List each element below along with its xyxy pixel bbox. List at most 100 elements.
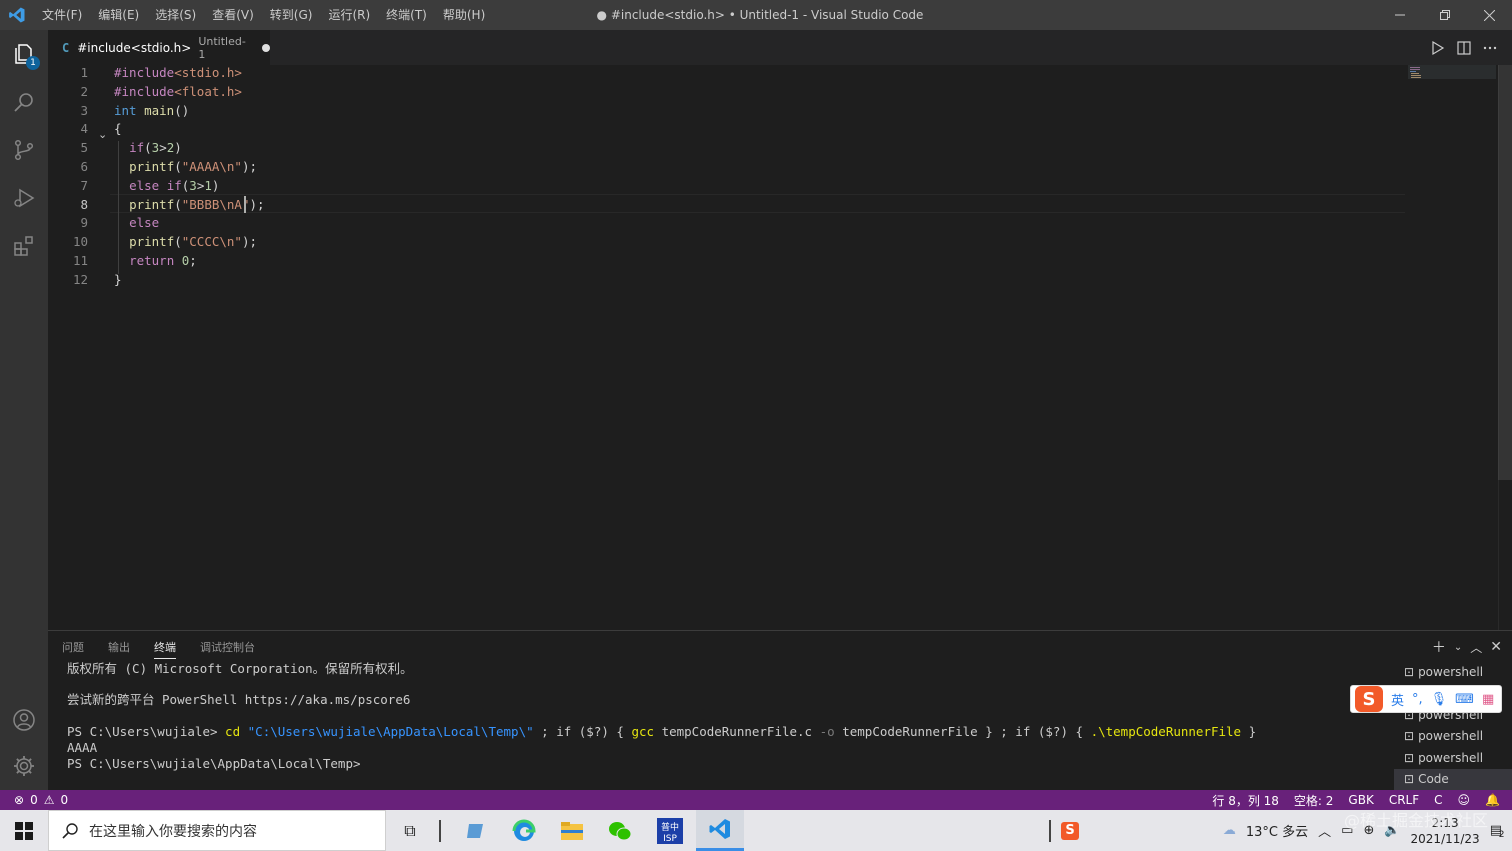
edge-browser-icon xyxy=(512,819,536,841)
menu-view[interactable]: 查看(V) xyxy=(204,0,262,30)
code-line-2: #include<float.h> xyxy=(114,84,242,99)
unsaved-dot-icon[interactable] xyxy=(262,43,270,52)
run-debug-button[interactable] xyxy=(0,174,48,222)
notification-center-icon[interactable]: ▤ 2 xyxy=(1490,823,1505,840)
terminal-icon: ⊡ xyxy=(1404,772,1415,787)
notification-count: 2 xyxy=(1498,830,1505,840)
terminal-output[interactable]: 版权所有 (C) Microsoft Corporation。保留所有权利。 尝… xyxy=(67,661,1387,772)
volume-icon[interactable]: 🔈 xyxy=(1384,823,1400,838)
edge-browser-button[interactable] xyxy=(500,810,548,851)
scrollbar-thumb[interactable] xyxy=(1498,65,1512,480)
tab-debug-console[interactable]: 调试控制台 xyxy=(200,639,255,659)
code-editor[interactable]: 1 2 3 4 5 6 7 8 9 10 11 12 ⌄ #include<st… xyxy=(48,65,1512,630)
terminal-cmd-flag: -o xyxy=(819,724,835,739)
minimize-button[interactable] xyxy=(1377,0,1422,30)
warning-icon: ⚠ xyxy=(43,793,55,807)
notes-app-icon xyxy=(467,823,483,838)
status-problems[interactable]: ⊗ 0 ⚠ 0 xyxy=(14,793,68,807)
accounts-button[interactable] xyxy=(0,696,48,744)
taskbar-search-box[interactable]: 在这里输入你要搜索的内容 xyxy=(48,810,386,851)
isp-app-button[interactable]: 普中 ISP xyxy=(646,810,694,851)
editor-tab-bar: C #include<stdio.h> Untitled-1 xyxy=(48,30,1512,65)
panel-tabs: 问题 输出 终端 调试控制台 xyxy=(62,639,255,659)
manage-button[interactable] xyxy=(0,742,48,790)
end-of-line[interactable]: CRLF xyxy=(1389,793,1419,807)
tray-expand-icon[interactable]: ︿ xyxy=(1318,821,1331,840)
clock[interactable]: 2:13 2021/11/23 xyxy=(1411,815,1480,847)
restore-button[interactable] xyxy=(1422,0,1467,30)
line-number: 3 xyxy=(80,103,88,118)
menu-go[interactable]: 转到(G) xyxy=(262,0,321,30)
indentation[interactable]: 空格: 2 xyxy=(1294,792,1334,809)
terminal-list-item[interactable]: ⊡powershell xyxy=(1394,661,1512,683)
line-number-gutter: 1 2 3 4 5 6 7 8 9 10 11 12 ⌄ xyxy=(48,65,110,630)
run-code-icon[interactable] xyxy=(1430,40,1446,56)
language-mode[interactable]: C xyxy=(1434,793,1442,807)
weather-text[interactable]: 13°C 多云 xyxy=(1246,821,1308,840)
ime-language[interactable]: 英 xyxy=(1391,690,1404,709)
gear-icon xyxy=(14,756,34,776)
ime-toolbar[interactable]: S 英 °, 🎙 ⌨ ▦ xyxy=(1350,685,1502,713)
new-terminal-icon[interactable]: ＋ xyxy=(1432,637,1446,657)
notes-app-button[interactable] xyxy=(452,810,500,851)
line-number: 6 xyxy=(80,159,88,174)
bell-icon[interactable]: 🔔 xyxy=(1485,793,1500,807)
close-panel-icon[interactable]: ✕ xyxy=(1490,639,1502,655)
source-control-icon xyxy=(14,139,34,161)
source-control-button[interactable] xyxy=(0,126,48,174)
battery-icon[interactable]: ▭ xyxy=(1341,823,1353,838)
menu-selection[interactable]: 选择(S) xyxy=(147,0,204,30)
terminal-list-label: Code xyxy=(1418,772,1449,787)
terminal-blank xyxy=(67,708,1387,724)
line-number: 9 xyxy=(80,215,88,230)
keyboard-icon[interactable]: ⌨ xyxy=(1455,692,1474,707)
tab-terminal[interactable]: 终端 xyxy=(154,639,176,659)
tab-output[interactable]: 输出 xyxy=(108,639,130,659)
minimap[interactable] xyxy=(1408,65,1498,630)
vscode-taskbar-button[interactable] xyxy=(696,810,744,851)
feedback-icon[interactable]: ☺ xyxy=(1458,793,1471,807)
menu-run[interactable]: 运行(R) xyxy=(320,0,378,30)
split-editor-icon[interactable] xyxy=(1456,40,1472,56)
menu-file[interactable]: 文件(F) xyxy=(34,0,90,30)
menu-edit[interactable]: 编辑(E) xyxy=(90,0,147,30)
menu-help[interactable]: 帮助(H) xyxy=(435,0,493,30)
search-view-button[interactable] xyxy=(0,78,48,126)
line-number: 12 xyxy=(72,272,88,287)
fold-chevron-icon[interactable]: ⌄ xyxy=(98,128,107,141)
account-icon xyxy=(13,709,35,731)
terminal-list-item-selected[interactable]: ⊡ Code xyxy=(1394,768,1512,790)
explorer-button[interactable]: 1 xyxy=(0,30,48,78)
task-view-icon: ⧉ xyxy=(404,820,416,840)
minimap-preview xyxy=(1408,65,1496,79)
sogou-tray-button[interactable]: S xyxy=(1046,810,1094,851)
terminal-cmd-part: tempCodeRunnerFile } ; if ($?) { xyxy=(834,724,1091,739)
more-actions-icon[interactable] xyxy=(1482,40,1498,56)
tab-untitled-1[interactable]: C #include<stdio.h> Untitled-1 xyxy=(48,30,270,65)
close-button[interactable] xyxy=(1467,0,1512,30)
file-encoding[interactable]: GBK xyxy=(1348,793,1373,807)
menu-bar: 文件(F) 编辑(E) 选择(S) 查看(V) 转到(G) 运行(R) 终端(T… xyxy=(34,0,493,30)
start-button[interactable] xyxy=(0,810,48,851)
terminal-list-item[interactable]: ⊡powershell xyxy=(1394,747,1512,769)
apps-grid-icon[interactable]: ▦ xyxy=(1482,692,1494,707)
tab-problems[interactable]: 问题 xyxy=(62,639,84,659)
terminal-list-label: powershell xyxy=(1418,750,1484,765)
editor-scrollbar[interactable] xyxy=(1498,65,1512,630)
chevron-down-icon[interactable]: ⌄ xyxy=(1454,642,1462,653)
wechat-button[interactable] xyxy=(596,810,644,851)
network-globe-icon[interactable]: ⊕ xyxy=(1363,823,1374,838)
file-explorer-button[interactable] xyxy=(548,810,596,851)
line-number: 10 xyxy=(72,234,88,249)
line-number: 1 xyxy=(80,65,88,80)
microphone-icon[interactable]: 🎙 xyxy=(1431,692,1448,707)
ime-punctuation[interactable]: °, xyxy=(1412,692,1423,707)
maximize-panel-icon[interactable]: ︿ xyxy=(1470,639,1482,656)
terminal-list: ⊡ powershell ⊡ powershell ⊡ powershell ⊡ pow… xyxy=(1394,661,1512,790)
vscode-icon xyxy=(709,819,730,839)
error-icon: ⊗ xyxy=(14,793,25,807)
terminal-list-item[interactable]: ⊡powershell xyxy=(1394,726,1512,748)
cursor-position[interactable]: 行 8，列 18 xyxy=(1212,792,1279,809)
extensions-button[interactable] xyxy=(0,222,48,270)
menu-terminal[interactable]: 终端(T) xyxy=(378,0,435,30)
